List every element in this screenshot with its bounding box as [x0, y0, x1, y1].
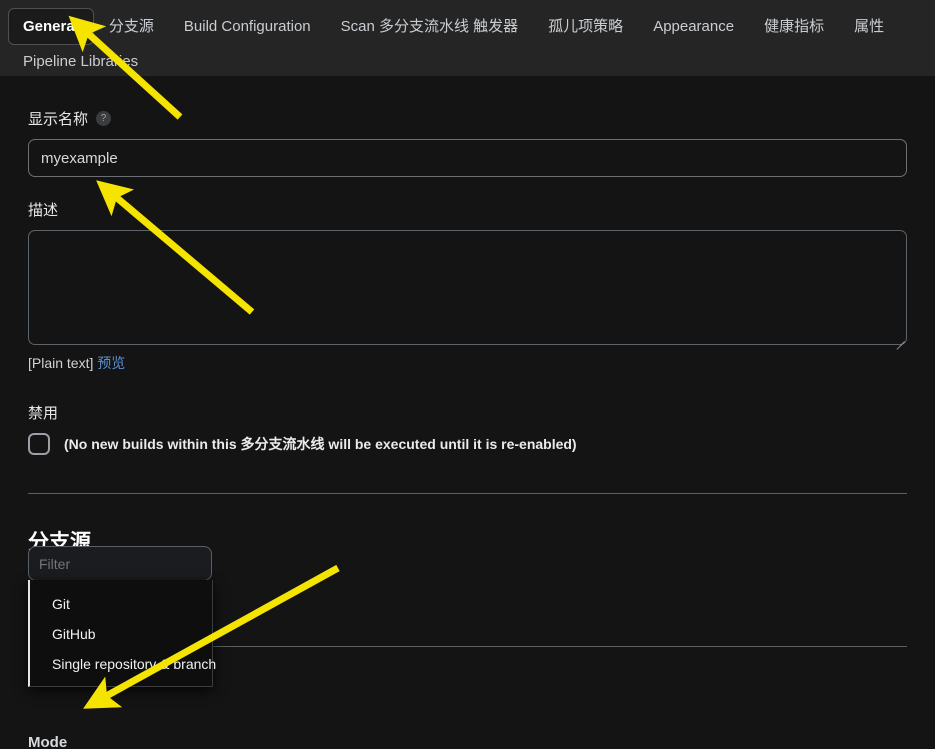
tab-pipeline-libraries[interactable]: Pipeline Libraries — [8, 47, 153, 76]
tab-orphaned-item-strategy[interactable]: 孤儿项策略 — [533, 8, 638, 45]
disable-checkbox-label: (No new builds within this 多分支流水线 will b… — [64, 436, 577, 452]
description-markup-row: [Plain text] 预览 — [28, 353, 935, 373]
tab-appearance[interactable]: Appearance — [638, 8, 749, 45]
disable-checkbox[interactable] — [28, 433, 50, 455]
display-name-label: 显示名称 — [28, 111, 89, 128]
preview-link[interactable]: 预览 — [97, 355, 125, 371]
branch-source-row-divider — [212, 646, 907, 647]
description-label: 描述 — [28, 202, 59, 219]
display-name-label-row: 显示名称 ? — [28, 108, 935, 129]
page-root: General 分支源 Build Configuration Scan 多分支… — [0, 0, 935, 749]
tab-build-configuration[interactable]: Build Configuration — [169, 8, 326, 45]
dropdown-item-github[interactable]: GitHub — [30, 619, 212, 649]
general-settings-panel: 显示名称 ? 描述 [Plain text] 预览 禁用 (No new bui… — [0, 76, 935, 621]
add-source-dropdown-menu: Git GitHub Single repository & branch — [28, 580, 216, 687]
tab-general[interactable]: General — [8, 7, 94, 45]
tab-properties[interactable]: 属性 — [839, 8, 899, 45]
tab-row-primary: General 分支源 Build Configuration Scan 多分支… — [0, 6, 935, 46]
disable-checkbox-row: (No new builds within this 多分支流水线 will b… — [28, 433, 935, 455]
question-mark-icon[interactable]: ? — [96, 111, 112, 126]
tab-row-secondary: Pipeline Libraries — [0, 46, 935, 76]
config-tab-bar: General 分支源 Build Configuration Scan 多分支… — [0, 0, 935, 76]
display-name-input[interactable] — [28, 139, 907, 177]
tab-scan-multibranch-triggers[interactable]: Scan 多分支流水线 触发器 — [326, 8, 534, 45]
dropdown-item-single-repository-branch[interactable]: Single repository & branch — [30, 649, 216, 679]
description-textarea[interactable] — [28, 230, 907, 345]
dropdown-item-git[interactable]: Git — [30, 589, 212, 619]
source-filter-input[interactable] — [28, 546, 212, 581]
tab-health-metrics[interactable]: 健康指标 — [749, 8, 839, 45]
markup-type-label: [Plain text] — [28, 355, 94, 371]
tab-branch-sources[interactable]: 分支源 — [94, 8, 169, 45]
mode-label: Mode — [28, 734, 68, 749]
disable-label: 禁用 — [28, 405, 59, 422]
